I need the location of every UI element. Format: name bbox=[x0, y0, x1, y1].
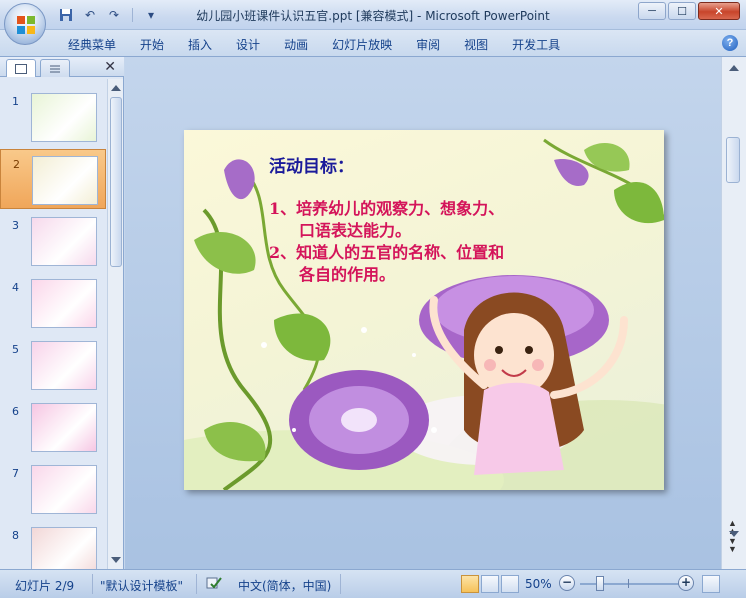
slide-thumbnail-image bbox=[31, 279, 97, 328]
tab-slide-show[interactable]: 幻灯片放映 bbox=[320, 36, 404, 54]
slide-counter: 幻灯片 2/9 bbox=[15, 579, 75, 593]
language-indicator[interactable]: 中文(简体，中国) bbox=[238, 577, 331, 594]
tab-insert[interactable]: 插入 bbox=[176, 36, 224, 54]
zoom-slider-thumb[interactable] bbox=[596, 576, 604, 591]
window-controls: ─ ☐ ✕ bbox=[638, 2, 740, 20]
slide-thumbnail-number: 2 bbox=[13, 158, 20, 171]
slide-thumbnail-image bbox=[31, 465, 97, 514]
theme-name[interactable]: "默认设计模板" bbox=[100, 577, 183, 594]
slide-thumbnail[interactable]: 4 bbox=[0, 273, 106, 333]
slide-thumbnails: 1 2 3 4 5 6 7 8 bbox=[0, 79, 106, 569]
tab-review[interactable]: 审阅 bbox=[404, 36, 452, 54]
next-slide-icon[interactable]: ▼ ▼ bbox=[728, 537, 737, 554]
thumbnails-scrollbar[interactable] bbox=[107, 79, 123, 569]
slide-thumbnail[interactable]: 6 bbox=[0, 397, 106, 457]
slide-thumbnail[interactable]: 3 bbox=[0, 211, 106, 271]
slide-show-view-button[interactable] bbox=[501, 575, 519, 593]
scroll-down-icon[interactable] bbox=[729, 531, 739, 537]
spell-check-icon[interactable] bbox=[205, 575, 223, 594]
slide-thumbnail-number: 6 bbox=[12, 405, 19, 418]
office-button[interactable] bbox=[4, 3, 46, 45]
slide-thumbnail-number: 4 bbox=[12, 281, 19, 294]
zoom-in-button[interactable]: + bbox=[678, 575, 694, 591]
objective-2-line-2: 各自的作用。 bbox=[299, 265, 396, 284]
maximize-button[interactable]: ☐ bbox=[668, 2, 696, 20]
normal-view-button[interactable] bbox=[461, 575, 479, 593]
objective-2-line-1: 2、知道人的五官的名称、位置和 bbox=[269, 243, 505, 262]
slide-body[interactable]: 1、培养幼儿的观察力、想象力、 口语表达能力。 2、知道人的五官的名称、位置和 … bbox=[269, 198, 569, 286]
slide-illustration bbox=[184, 138, 664, 490]
panel-tabs: ✕ bbox=[0, 57, 124, 77]
slides-panel: ✕ 1 2 3 4 5 6 7 8 bbox=[0, 57, 124, 569]
slides-tab-icon bbox=[15, 63, 27, 74]
office-logo-icon bbox=[17, 16, 35, 34]
help-icon[interactable]: ? bbox=[722, 35, 738, 51]
scroll-thumb[interactable] bbox=[726, 137, 740, 183]
close-button[interactable]: ✕ bbox=[698, 2, 740, 20]
slide-thumbnail-number: 3 bbox=[12, 219, 19, 232]
outline-tab-icon bbox=[50, 65, 60, 72]
zoom-slider[interactable] bbox=[580, 583, 680, 585]
slide-thumbnail-number: 7 bbox=[12, 467, 19, 480]
slide-thumbnail-image bbox=[31, 217, 97, 266]
title-bar: ↶ ↷ ▾ 幼儿园小班课件认识五官.ppt [兼容模式] - Microsoft… bbox=[0, 0, 746, 30]
slide-thumbnail-image bbox=[31, 341, 97, 390]
zoom-out-button[interactable]: − bbox=[559, 575, 575, 591]
tab-animations[interactable]: 动画 bbox=[272, 36, 320, 54]
ribbon: 经典菜单 开始 插入 设计 动画 幻灯片放映 审阅 视图 开发工具 ? bbox=[0, 30, 746, 57]
tab-slides[interactable] bbox=[6, 59, 36, 77]
slide-sorter-view-button[interactable] bbox=[481, 575, 499, 593]
scroll-up-icon[interactable] bbox=[729, 65, 739, 71]
zoom-slider-midpoint bbox=[628, 579, 629, 588]
scroll-thumb[interactable] bbox=[110, 97, 122, 267]
minimize-button[interactable]: ─ bbox=[638, 2, 666, 20]
objective-1-line-2: 口语表达能力。 bbox=[299, 221, 412, 240]
status-bar: 幻灯片 2/9 "默认设计模板" 中文(简体，中国) 50% − + bbox=[0, 569, 746, 598]
tab-outline[interactable] bbox=[40, 59, 70, 77]
tab-home[interactable]: 开始 bbox=[128, 36, 176, 54]
window-title: 幼儿园小班课件认识五官.ppt [兼容模式] - Microsoft Power… bbox=[196, 9, 550, 23]
tab-classic-menu[interactable]: 经典菜单 bbox=[56, 36, 128, 54]
close-panel-icon[interactable]: ✕ bbox=[104, 58, 116, 75]
slide-title[interactable]: 活动目标： bbox=[269, 152, 354, 177]
slide-thumbnail-image bbox=[31, 527, 97, 569]
slide-thumbnail-number: 1 bbox=[12, 95, 19, 108]
slide-thumbnail-number: 5 bbox=[12, 343, 19, 356]
slide-thumbnail-image bbox=[31, 403, 97, 452]
slide-thumbnail-image bbox=[32, 156, 98, 205]
slide-scrollbar[interactable]: ▲ ▲ ▼ ▼ bbox=[721, 57, 746, 569]
slide-thumbnail[interactable]: 7 bbox=[0, 459, 106, 519]
scroll-up-icon[interactable] bbox=[111, 85, 121, 91]
objective-1-line-1: 1、培养幼儿的观察力、想象力、 bbox=[269, 199, 505, 218]
tab-developer[interactable]: 开发工具 bbox=[500, 36, 572, 54]
slide-thumbnail-image bbox=[31, 93, 97, 142]
slide-thumbnail[interactable]: 2 bbox=[0, 149, 106, 209]
status-separator bbox=[340, 574, 341, 594]
tab-design[interactable]: 设计 bbox=[224, 36, 272, 54]
current-slide[interactable]: 活动目标： 1、培养幼儿的观察力、想象力、 口语表达能力。 2、知道人的五官的名… bbox=[184, 130, 664, 490]
slide-thumbnail[interactable]: 8 bbox=[0, 521, 106, 569]
zoom-level[interactable]: 50% bbox=[525, 577, 552, 591]
slide-thumbnail[interactable]: 1 bbox=[0, 87, 106, 147]
slide-thumbnail-number: 8 bbox=[12, 529, 19, 542]
status-separator bbox=[92, 574, 93, 594]
scroll-down-icon[interactable] bbox=[111, 557, 121, 563]
slide-thumbnail[interactable]: 5 bbox=[0, 335, 106, 395]
status-separator bbox=[196, 574, 197, 594]
ribbon-tabs: 经典菜单 开始 插入 设计 动画 幻灯片放映 审阅 视图 开发工具 bbox=[56, 36, 572, 54]
tab-view[interactable]: 视图 bbox=[452, 36, 500, 54]
fit-to-window-button[interactable] bbox=[702, 575, 720, 593]
